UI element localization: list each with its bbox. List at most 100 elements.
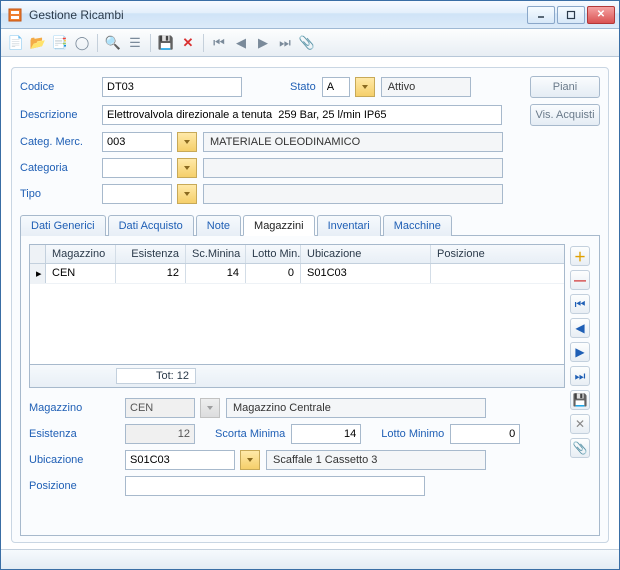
- cell-magazzino: CEN: [46, 264, 116, 283]
- tipo-desc: [203, 184, 503, 204]
- cell-lotto-min: 0: [246, 264, 301, 283]
- table-row[interactable]: ▸ CEN 12 14 0 S01C03: [30, 264, 564, 284]
- col-lotto-min[interactable]: Lotto Min.: [246, 245, 301, 263]
- last-record-icon[interactable]: ⏭: [276, 34, 294, 52]
- cell-posizione: [431, 264, 564, 283]
- app-window: Gestione Ricambi ✕ 📄 📂 📑 ◯ 🔍 ☰ 💾 ✕ ⏮ ◀ ▶…: [0, 0, 620, 570]
- detail-magazzino-lookup-button: [200, 398, 220, 418]
- grid-side-toolbar: ＋ — ⏮ ◀ ▶ ⏭ 💾 ✕ 📎: [569, 244, 591, 527]
- categ-merc-label: Categ. Merc.: [20, 136, 96, 148]
- detail-magazzino-desc: Magazzino Centrale: [226, 398, 486, 418]
- search-icon[interactable]: 🔍: [104, 34, 122, 52]
- first-row-icon[interactable]: ⏮: [570, 294, 590, 314]
- save-row-icon[interactable]: 💾: [570, 390, 590, 410]
- detail-posizione-label: Posizione: [29, 480, 119, 492]
- detail-ubicazione-code-field[interactable]: [125, 450, 235, 470]
- toolbar-separator: [150, 34, 151, 52]
- copy-icon[interactable]: 📑: [51, 34, 69, 52]
- tipo-lookup-button[interactable]: [177, 184, 197, 204]
- tipo-label: Tipo: [20, 188, 96, 200]
- col-esistenza[interactable]: Esistenza: [116, 245, 186, 263]
- detail-esistenza-field: [125, 424, 195, 444]
- descrizione-field[interactable]: [102, 105, 502, 125]
- statusbar: [1, 549, 619, 569]
- detail-esistenza-label: Esistenza: [29, 428, 119, 440]
- new-icon[interactable]: 📄: [7, 34, 25, 52]
- toolbar: 📄 📂 📑 ◯ 🔍 ☰ 💾 ✕ ⏮ ◀ ▶ ⏭ 📎: [1, 29, 619, 57]
- window-title: Gestione Ricambi: [29, 8, 527, 22]
- cell-sc-minina: 14: [186, 264, 246, 283]
- prev-row-icon[interactable]: ◀: [570, 318, 590, 338]
- detail-magazzino-code: [125, 398, 195, 418]
- categoria-label: Categoria: [20, 162, 96, 174]
- tabstrip: Dati Generici Dati Acquisto Note Magazzi…: [20, 214, 600, 236]
- tab-inventari[interactable]: Inventari: [317, 215, 381, 236]
- grid-total-bar: Tot: 12: [29, 365, 565, 388]
- toolbar-separator: [203, 34, 204, 52]
- vis-acquisti-button[interactable]: Vis. Acquisti: [530, 104, 600, 126]
- detail-scorta-min-label: Scorta Minima: [215, 428, 285, 440]
- col-posizione[interactable]: Posizione: [431, 245, 564, 263]
- add-row-icon[interactable]: ＋: [570, 246, 590, 266]
- maximize-button[interactable]: [557, 6, 585, 24]
- titlebar: Gestione Ricambi ✕: [1, 1, 619, 29]
- tabpage-magazzini: Magazzino Esistenza Sc.Minina Lotto Min.…: [20, 236, 600, 536]
- tab-note[interactable]: Note: [196, 215, 241, 236]
- categ-merc-lookup-button[interactable]: [177, 132, 197, 152]
- detail-ubicazione-desc: Scaffale 1 Cassetto 3: [266, 450, 486, 470]
- codice-field[interactable]: [102, 77, 242, 97]
- close-button[interactable]: ✕: [587, 6, 615, 24]
- categoria-code-field[interactable]: [102, 158, 172, 178]
- open-icon[interactable]: 📂: [29, 34, 47, 52]
- first-record-icon[interactable]: ⏮: [210, 34, 228, 52]
- grid-total-value: Tot: 12: [116, 368, 196, 384]
- app-icon: [7, 7, 23, 23]
- detail-posizione-field[interactable]: [125, 476, 425, 496]
- save-icon[interactable]: 💾: [157, 34, 175, 52]
- categ-merc-desc: MATERIALE OLEODINAMICO: [203, 132, 503, 152]
- toolbar-separator: [97, 34, 98, 52]
- cell-ubicazione: S01C03: [301, 264, 431, 283]
- cancel-row-icon[interactable]: ✕: [570, 414, 590, 434]
- tab-magazzini[interactable]: Magazzini: [243, 215, 315, 236]
- tab-dati-generici[interactable]: Dati Generici: [20, 215, 106, 236]
- detail-scorta-min-field[interactable]: [291, 424, 361, 444]
- detail-lotto-min-field[interactable]: [450, 424, 520, 444]
- piani-button[interactable]: Piani: [530, 76, 600, 98]
- next-record-icon[interactable]: ▶: [254, 34, 272, 52]
- tipo-code-field[interactable]: [102, 184, 172, 204]
- col-ubicazione[interactable]: Ubicazione: [301, 245, 431, 263]
- magazzini-grid[interactable]: Magazzino Esistenza Sc.Minina Lotto Min.…: [29, 244, 565, 365]
- detail-panel: Magazzino Magazzino Centrale Esistenza S…: [29, 398, 565, 502]
- remove-row-icon[interactable]: —: [570, 270, 590, 290]
- eraser-icon[interactable]: ◯: [73, 34, 91, 52]
- detail-ubicazione-lookup-button[interactable]: [240, 450, 260, 470]
- attach-icon[interactable]: 📎: [298, 34, 316, 52]
- row-indicator-icon: ▸: [30, 264, 46, 283]
- col-sc-minina[interactable]: Sc.Minina: [186, 245, 246, 263]
- col-magazzino[interactable]: Magazzino: [46, 245, 116, 263]
- detail-lotto-min-label: Lotto Minimo: [381, 428, 444, 440]
- delete-icon[interactable]: ✕: [179, 34, 197, 52]
- filter-icon[interactable]: ☰: [126, 34, 144, 52]
- categoria-lookup-button[interactable]: [177, 158, 197, 178]
- cell-esistenza: 12: [116, 264, 186, 283]
- prev-record-icon[interactable]: ◀: [232, 34, 250, 52]
- last-row-icon[interactable]: ⏭: [570, 366, 590, 386]
- stato-label: Stato: [290, 81, 316, 93]
- next-row-icon[interactable]: ▶: [570, 342, 590, 362]
- descrizione-label: Descrizione: [20, 109, 96, 121]
- tab-macchine[interactable]: Macchine: [383, 215, 452, 236]
- categ-merc-code-field[interactable]: [102, 132, 172, 152]
- detail-magazzino-label: Magazzino: [29, 402, 119, 414]
- categoria-desc: [203, 158, 503, 178]
- detail-ubicazione-label: Ubicazione: [29, 454, 119, 466]
- tab-dati-acquisto[interactable]: Dati Acquisto: [108, 215, 194, 236]
- stato-code-field[interactable]: [322, 77, 350, 97]
- codice-label: Codice: [20, 81, 96, 93]
- attach-row-icon[interactable]: 📎: [570, 438, 590, 458]
- content-panel: Codice Stato Attivo Piani Descrizione Vi…: [11, 67, 609, 543]
- minimize-button[interactable]: [527, 6, 555, 24]
- stato-desc: Attivo: [381, 77, 471, 97]
- stato-lookup-button[interactable]: [355, 77, 375, 97]
